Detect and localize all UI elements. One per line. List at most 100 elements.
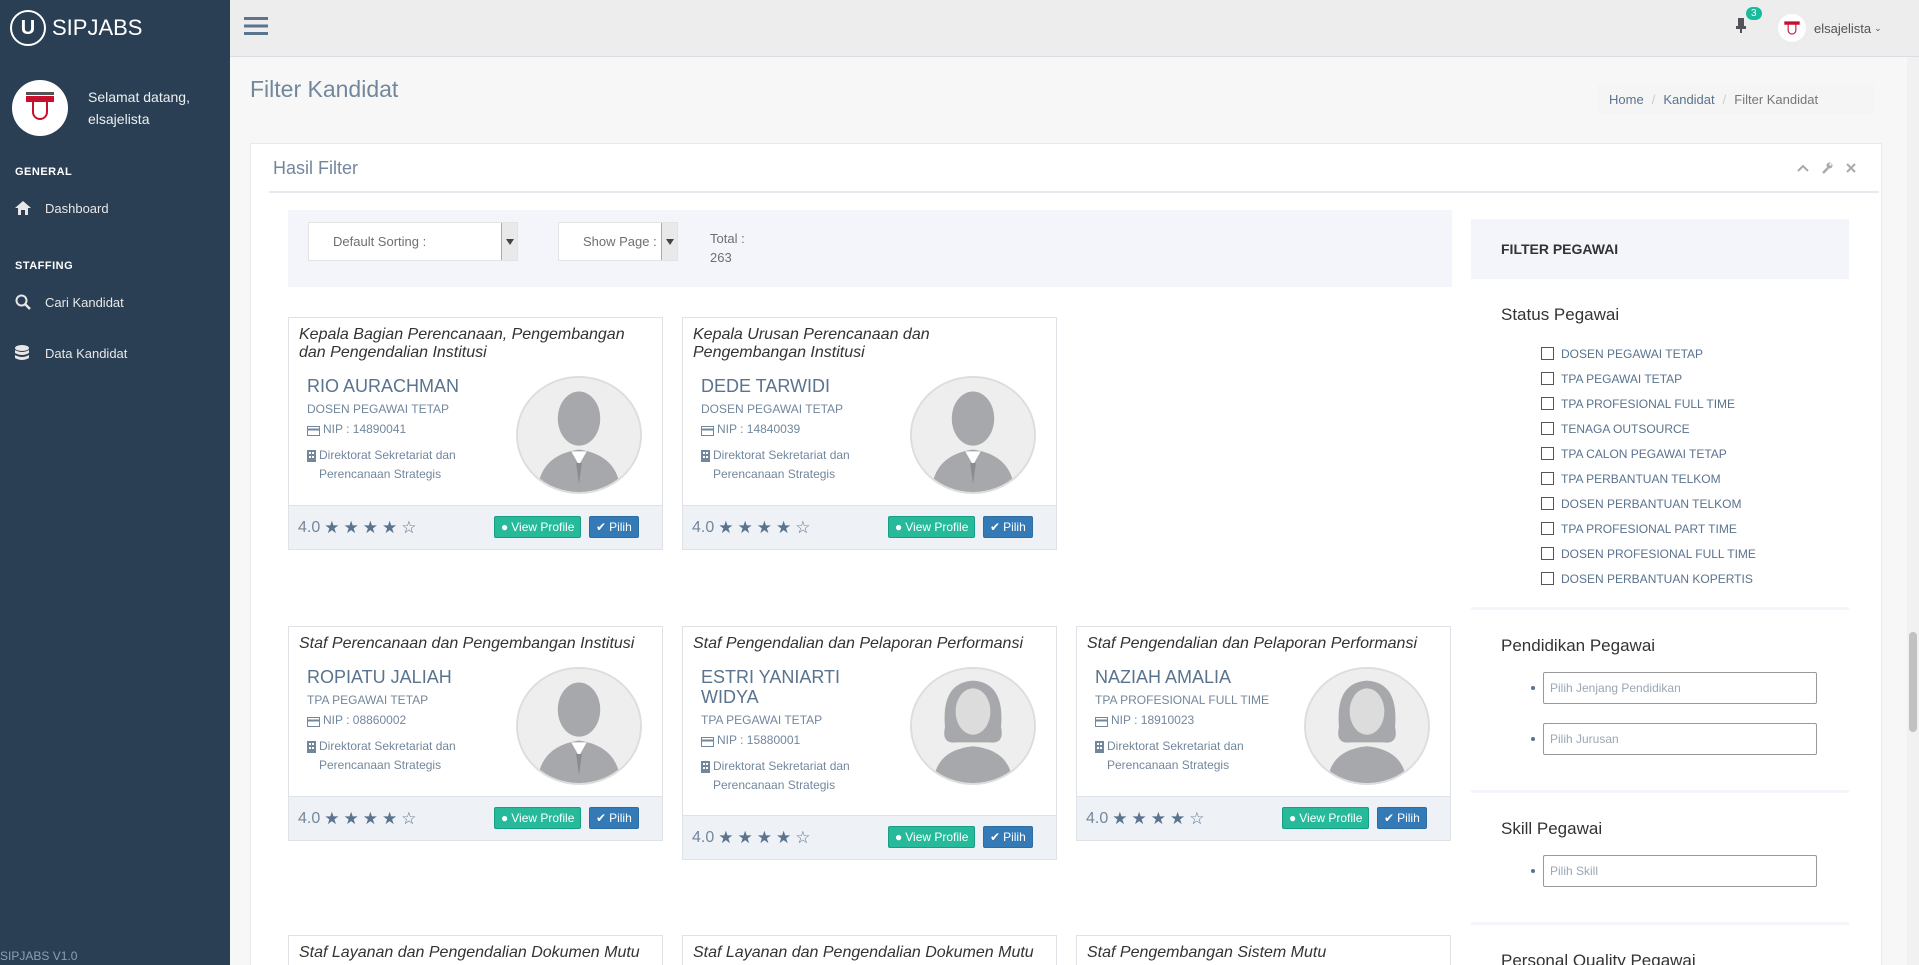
status-checkbox[interactable]: DOSEN PERBANTUAN TELKOM	[1541, 491, 1819, 516]
sidebar-item-label: Data Kandidat	[45, 345, 128, 361]
sidebar-item-label: Cari Kandidat	[45, 294, 124, 310]
status-checkbox[interactable]: TENAGA OUTSOURCE	[1541, 416, 1819, 441]
close-icon[interactable]	[1845, 162, 1857, 174]
candidate-photo	[516, 667, 642, 785]
user-menu[interactable]: elsajelista ⌄	[1778, 14, 1882, 42]
checkbox-icon[interactable]	[1541, 572, 1554, 585]
status-checkbox[interactable]: DOSEN PEGAWAI TETAP	[1541, 341, 1819, 366]
bell-icon	[1736, 18, 1746, 33]
candidate-card: Kepala Bagian Perencanaan, Pengembangan …	[288, 317, 663, 550]
chevron-down-icon	[501, 223, 517, 260]
status-checkbox[interactable]: TPA PROFESIONAL PART TIME	[1541, 516, 1819, 541]
checkbox-icon[interactable]	[1541, 397, 1554, 410]
candidate-unit: Direktorat Sekretariat dan Perencanaan S…	[1107, 739, 1244, 772]
status-checkbox[interactable]: DOSEN PERBANTUAN KOPERTIS	[1541, 566, 1819, 591]
checkbox-icon[interactable]	[1541, 422, 1554, 435]
candidate-name[interactable]: ROPIATU JALIAH	[307, 667, 507, 687]
candidate-nip: NIP : 14840039	[717, 422, 801, 436]
candidate-name[interactable]: NAZIAH AMALIA	[1095, 667, 1295, 687]
sorting-select[interactable]: Default Sorting :	[308, 222, 518, 261]
candidate-card: Staf Layanan dan Pengendalian Dokumen Mu…	[288, 935, 663, 965]
collapse-icon[interactable]	[1797, 162, 1809, 174]
check-icon: ✔	[596, 520, 607, 534]
status-checkbox[interactable]: TPA PEGAWAI TETAP	[1541, 366, 1819, 391]
candidate-card: Staf Pengendalian dan Pelaporan Performa…	[682, 626, 1057, 860]
id-card-icon	[307, 423, 320, 442]
user-icon: ●	[501, 811, 509, 825]
checkbox-icon[interactable]	[1541, 447, 1554, 460]
pilih-button[interactable]: ✔ Pilih	[589, 807, 639, 829]
candidate-card: Kepala Urusan Perencanaan dan Pengembang…	[682, 317, 1057, 550]
skill-input[interactable]: Pilih Skill	[1543, 855, 1817, 887]
menu-toggle-icon[interactable]	[244, 16, 268, 39]
results-panel: Hasil Filter Default Sorting : Show Page…	[250, 143, 1882, 965]
view-profile-button[interactable]: ● View Profile	[494, 516, 582, 538]
candidate-unit: Direktorat Sekretariat dan Perencanaan S…	[713, 759, 850, 792]
candidate-card: Staf Pengembangan Sistem Mutu	[1076, 935, 1451, 965]
panel-title: Hasil Filter	[273, 158, 359, 178]
breadcrumb-kandidat[interactable]: Kandidat	[1663, 92, 1714, 107]
candidate-name[interactable]: RIO AURACHMAN	[307, 376, 507, 396]
checkbox-icon[interactable]	[1541, 522, 1554, 535]
university-logo-icon	[26, 92, 54, 120]
wrench-icon[interactable]	[1821, 162, 1833, 174]
pilih-button[interactable]: ✔ Pilih	[983, 826, 1033, 848]
candidate-rating: 4.0	[692, 518, 715, 536]
jurusan-input[interactable]: Pilih Jurusan	[1543, 723, 1817, 755]
pilih-button[interactable]: ✔ Pilih	[1377, 807, 1427, 829]
chevron-down-icon: ⌄	[1874, 22, 1882, 33]
view-profile-button[interactable]: ● View Profile	[888, 516, 976, 538]
checkbox-icon[interactable]	[1541, 372, 1554, 385]
sidebar-item-data-kandidat[interactable]: Data Kandidat	[0, 335, 230, 371]
checkbox-icon[interactable]	[1541, 347, 1554, 360]
view-profile-button[interactable]: ● View Profile	[1282, 807, 1370, 829]
notification-badge: 3	[1746, 7, 1762, 20]
status-checkbox[interactable]: DOSEN PROFESIONAL FULL TIME	[1541, 541, 1819, 566]
checkbox-icon[interactable]	[1541, 472, 1554, 485]
status-checkbox[interactable]: TPA CALON PEGAWAI TETAP	[1541, 441, 1819, 466]
view-profile-button[interactable]: ● View Profile	[888, 826, 976, 848]
page-scrollbar[interactable]	[1907, 57, 1919, 965]
candidate-name[interactable]: DEDE TARWIDI	[701, 376, 901, 396]
user-name: elsajelista	[1814, 20, 1872, 36]
app-name: SIPJABS	[52, 15, 143, 40]
checkbox-icon[interactable]	[1541, 497, 1554, 510]
sidebar-item-dashboard[interactable]: Dashboard	[0, 190, 230, 226]
profile-block: Selamat datang, elsajelista	[0, 56, 230, 160]
status-checkbox[interactable]: TPA PROFESIONAL FULL TIME	[1541, 391, 1819, 416]
show-page-select[interactable]: Show Page :	[558, 222, 678, 261]
user-avatar	[1778, 14, 1806, 42]
pilih-button[interactable]: ✔ Pilih	[589, 516, 639, 538]
section-title-staffing: STAFFING	[15, 260, 74, 272]
rating-stars: ★ ★ ★ ★ ☆	[718, 827, 811, 847]
sidebar-item-cari-kandidat[interactable]: Cari Kandidat	[0, 284, 230, 320]
jenjang-pendidikan-input[interactable]: Pilih Jenjang Pendidikan	[1543, 672, 1817, 704]
check-icon: ✔	[990, 830, 1001, 844]
view-profile-button[interactable]: ● View Profile	[494, 807, 582, 829]
pilih-button[interactable]: ✔ Pilih	[983, 516, 1033, 538]
building-icon	[1095, 740, 1104, 759]
breadcrumb-home[interactable]: Home	[1609, 92, 1644, 107]
candidate-role: Staf Pengembangan Sistem Mutu	[1087, 944, 1327, 961]
notification-button[interactable]: 3	[1736, 7, 1762, 37]
status-checkbox[interactable]: TPA PERBANTUAN TELKOM	[1541, 466, 1819, 491]
checkbox-icon[interactable]	[1541, 547, 1554, 560]
candidate-rating: 4.0	[692, 828, 715, 846]
candidate-name[interactable]: ESTRI YANIARTI WIDYA	[701, 667, 901, 707]
filter-pendidikan-title: Pendidikan Pegawai	[1501, 636, 1656, 655]
rating-stars: ★ ★ ★ ★ ☆	[1112, 808, 1205, 828]
id-card-icon	[701, 734, 714, 753]
candidate-unit: Direktorat Sekretariat dan Perencanaan S…	[319, 448, 456, 481]
candidate-role: Staf Layanan dan Pengendalian Dokumen Mu…	[693, 944, 1034, 961]
candidate-role: Staf Pengendalian dan Pelaporan Performa…	[693, 635, 1023, 652]
id-card-icon	[307, 714, 320, 733]
avatar	[12, 80, 68, 136]
candidate-card: Staf Layanan dan Pengendalian Dokumen Mu…	[682, 935, 1057, 965]
breadcrumb-current: Filter Kandidat	[1734, 91, 1819, 107]
candidate-photo	[910, 376, 1036, 494]
building-icon	[701, 449, 710, 468]
brand[interactable]: U SIPJABS	[0, 0, 230, 56]
candidate-role: Staf Pengendalian dan Pelaporan Performa…	[1087, 635, 1417, 652]
candidate-nip: NIP : 14890041	[323, 422, 407, 436]
chevron-down-icon	[661, 223, 677, 260]
